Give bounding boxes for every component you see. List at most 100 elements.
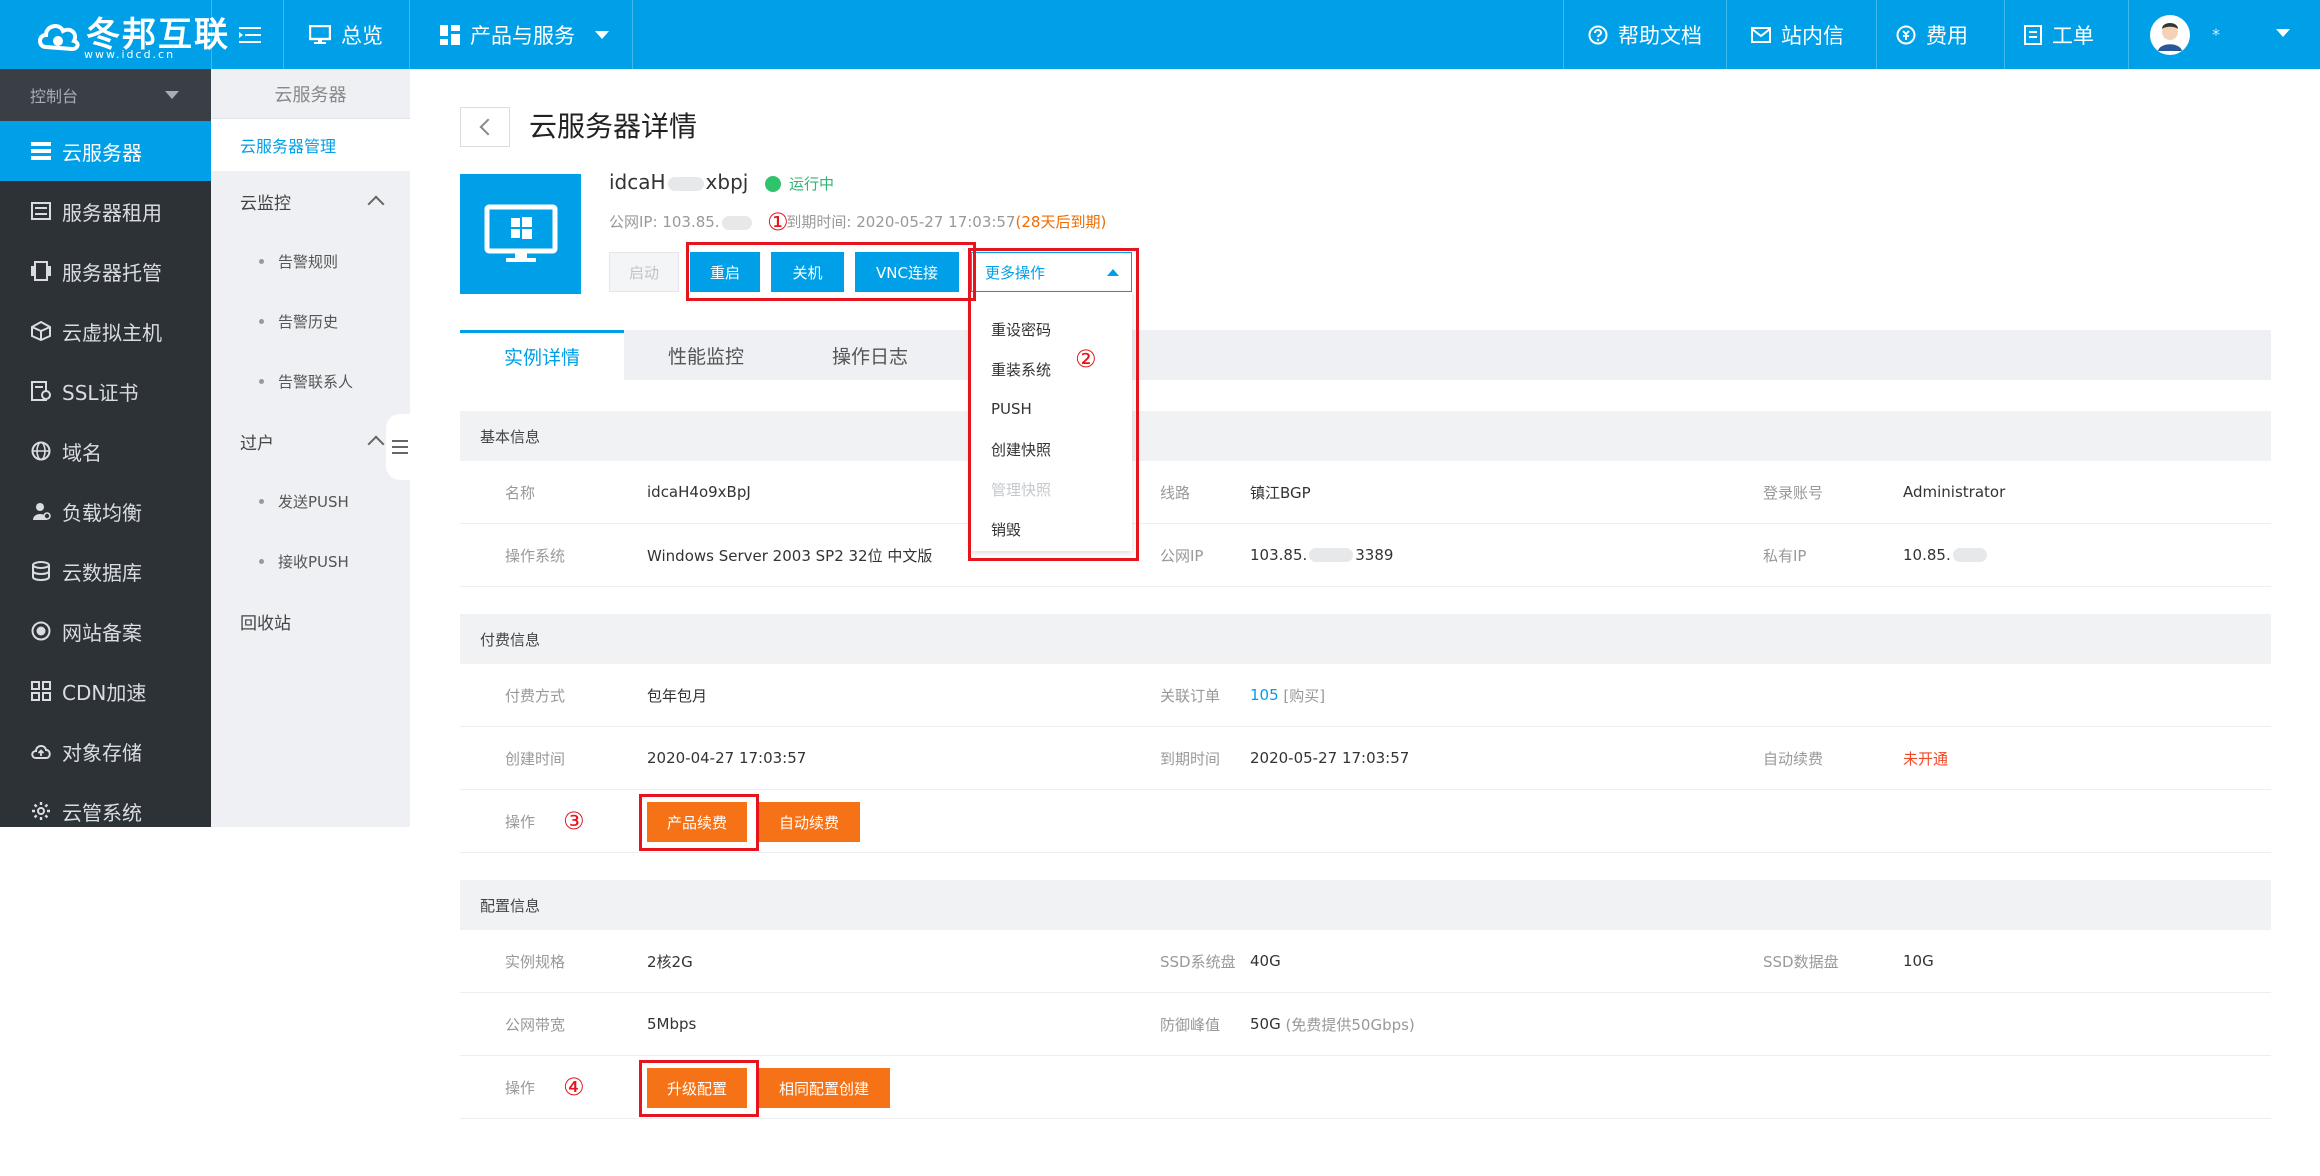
subnav-group-transfer[interactable]: 过户 (211, 411, 410, 471)
divider (283, 0, 284, 69)
ddos-note: (免费提供50Gbps) (1285, 1015, 1415, 1034)
fees-label: 费用 (1926, 23, 1968, 48)
auto-renew-button[interactable]: 自动续费 (758, 802, 860, 842)
menu-item-create-snapshot[interactable]: 创建快照 (971, 429, 1132, 469)
subnav-item-alert-contacts[interactable]: 告警联系人 (211, 351, 410, 411)
field-value: 镇江BGP (1250, 483, 1311, 502)
table-row: 操作 产品续费 自动续费 (460, 790, 2271, 853)
renew-button[interactable]: 产品续费 (647, 802, 747, 842)
server-rack-icon (30, 200, 52, 222)
sidebar-item-gear[interactable]: 云管系统 (0, 781, 211, 841)
sidebar-item-cube[interactable]: 云虚拟主机 (0, 301, 211, 361)
subnav-item-label: 发送PUSH (278, 492, 349, 511)
subnav-item-receive-push[interactable]: 接收PUSH (211, 531, 410, 591)
restart-button[interactable]: 重启 (690, 252, 760, 292)
logo-text: 冬邦互联 (86, 15, 230, 55)
divider (632, 0, 633, 69)
windows-vm-icon (460, 174, 581, 294)
field-value: 2核2G (647, 952, 693, 971)
chevron-up-icon (367, 435, 385, 453)
sidebar-item-database[interactable]: 云数据库 (0, 541, 211, 601)
subnav-item-label: 告警历史 (278, 312, 339, 331)
field-label: 私有IP (1763, 546, 1807, 565)
field-label: 操作 (505, 812, 536, 831)
user-menu[interactable]: * (2150, 0, 2290, 69)
products-label: 产品与服务 (470, 23, 575, 48)
caret-down-icon (2276, 29, 2290, 37)
field-label: 登录账号 (1763, 483, 1824, 502)
console-selector[interactable]: 控制台 (0, 69, 211, 121)
caret-down-icon (165, 91, 179, 99)
status-text: 运行中 (789, 175, 835, 193)
sidebar-item-globe[interactable]: 域名 (0, 421, 211, 481)
sidebar-item-server-rack[interactable]: 服务器租用 (0, 181, 211, 241)
help-docs-link[interactable]: 帮助文档 (1588, 0, 1702, 69)
subnav-item-server-management[interactable]: 云服务器管理 (211, 119, 410, 171)
divider (1876, 0, 1877, 69)
menu-item-destroy[interactable]: 销毁 (971, 509, 1132, 549)
database-icon (30, 560, 52, 582)
menu-item-reset-password[interactable]: 重设密码 (971, 309, 1132, 349)
back-button[interactable] (460, 107, 510, 147)
menu-item-push[interactable]: PUSH (971, 389, 1132, 429)
start-button[interactable]: 启动 (609, 252, 679, 292)
menu-toggle-button[interactable] (239, 0, 271, 69)
record-icon (30, 620, 52, 642)
bullet-icon (259, 498, 264, 504)
sidebar-item-record[interactable]: 网站备案 (0, 601, 211, 661)
subnav-item-alert-history[interactable]: 告警历史 (211, 291, 410, 351)
help-icon (1588, 25, 1608, 44)
subnav-item-recycle-bin[interactable]: 回收站 (211, 591, 410, 651)
order-link[interactable]: 105 (1250, 686, 1279, 704)
sidebar-item-label: 网站备案 (62, 620, 142, 645)
vnc-connect-button[interactable]: VNC连接 (855, 252, 959, 292)
sidebar-item-cloud[interactable]: 对象存储 (0, 721, 211, 781)
logo[interactable]: 冬邦互联 www.idcd.cn (36, 12, 230, 61)
sidebar-item-label: SSL证书 (62, 380, 139, 405)
expire-warning: (28天后到期) (1015, 213, 1107, 231)
buy-link[interactable]: [购买] (1283, 685, 1325, 706)
sidebar-item-server-list[interactable]: 云服务器 (0, 121, 211, 181)
products-menu[interactable]: 产品与服务 (440, 0, 609, 69)
mail-link[interactable]: 站内信 (1751, 0, 1844, 69)
subnav-group-label: 过户 (240, 433, 274, 454)
clone-config-button[interactable]: 相同配置创建 (758, 1068, 890, 1108)
fees-link[interactable]: 费用 (1896, 0, 1968, 69)
field-value: 2020-04-27 17:03:57 (647, 749, 807, 767)
sidebar-item-grid[interactable]: CDN加速 (0, 661, 211, 721)
annotation-number-2: ② (1075, 345, 1097, 373)
config-actions: 升级配置 相同配置创建 (647, 1068, 901, 1108)
ticket-link[interactable]: 工单 (2024, 0, 2094, 69)
more-actions-dropdown[interactable]: 更多操作 (971, 252, 1132, 292)
mail-icon (1751, 26, 1771, 43)
status-badge: 运行中 (765, 173, 834, 194)
upgrade-config-button[interactable]: 升级配置 (647, 1068, 747, 1108)
field-value: 2020-05-27 17:03:57 (1250, 749, 1410, 767)
subnav-item-send-push[interactable]: 发送PUSH (211, 471, 410, 531)
sidebar-item-hosting[interactable]: 服务器托管 (0, 241, 211, 301)
field-label: 公网带宽 (505, 1015, 566, 1034)
subnav-group-label: 云监控 (240, 193, 291, 214)
overview-nav[interactable]: 总览 (309, 0, 383, 69)
field-value: idcaH4o9xBpJ (647, 483, 751, 501)
subnav-item-alert-rules[interactable]: 告警规则 (211, 231, 410, 291)
server-list-icon (30, 140, 52, 162)
subnav-group-monitor[interactable]: 云监控 (211, 171, 410, 231)
divider (211, 0, 212, 69)
field-value: 105 [购买] (1250, 664, 1325, 726)
shutdown-button[interactable]: 关机 (771, 252, 844, 292)
tab-instance-details[interactable]: 实例详情 (460, 330, 624, 380)
field-value: 包年包月 (647, 686, 708, 705)
cube-icon (30, 320, 52, 342)
tab-performance-monitor[interactable]: 性能监控 (624, 330, 788, 380)
coin-icon (1896, 25, 1916, 44)
subnav-title: 云服务器 (211, 69, 410, 119)
menu-item-reinstall-system[interactable]: 重装系统 (971, 349, 1132, 389)
ticket-label: 工单 (2052, 23, 2094, 48)
field-value: 40G (1250, 952, 1281, 970)
annotation-number-3: ③ (563, 807, 585, 835)
tab-operation-log[interactable]: 操作日志 (788, 330, 952, 380)
field-label: 名称 (505, 483, 536, 502)
sidebar-item-users[interactable]: 负载均衡 (0, 481, 211, 541)
sidebar-item-certificate[interactable]: SSL证书 (0, 361, 211, 421)
